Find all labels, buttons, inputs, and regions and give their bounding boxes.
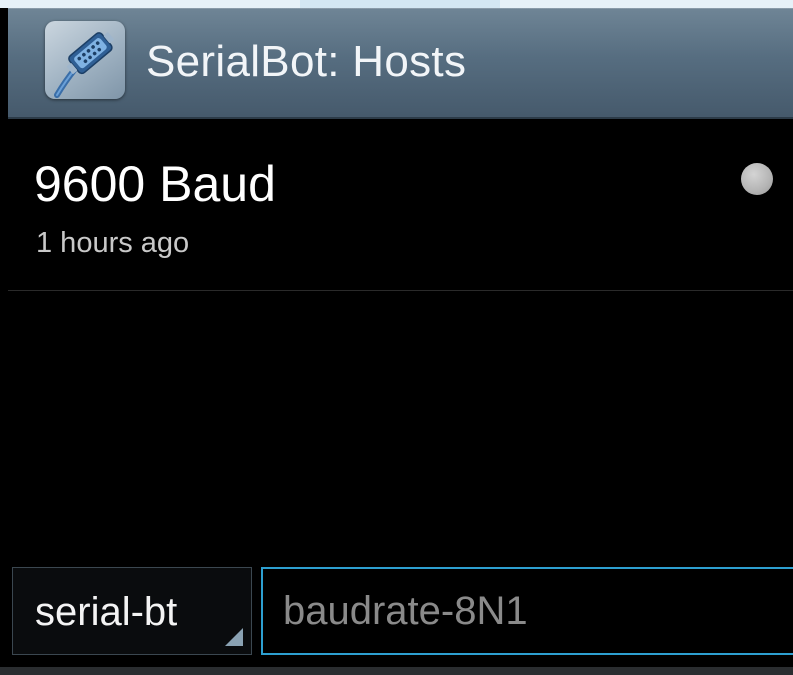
- list-divider: [8, 290, 793, 291]
- host-list-item[interactable]: 9600 Baud 1 hours ago: [8, 120, 793, 290]
- top-strip: [0, 0, 793, 8]
- protocol-dropdown-value: serial-bt: [35, 590, 178, 634]
- host-name: 9600 Baud: [34, 156, 276, 212]
- dropdown-corner-icon: [225, 628, 243, 646]
- connection-status-icon: [741, 163, 773, 195]
- action-bar: SerialBot: Hosts: [8, 8, 793, 119]
- screen: SerialBot: Hosts 9600 Baud 1 hours ago s…: [0, 0, 793, 675]
- top-strip-highlight: [300, 0, 500, 8]
- host-last-connected: 1 hours ago: [36, 227, 190, 259]
- quick-connect-input[interactable]: [261, 567, 793, 655]
- protocol-dropdown[interactable]: serial-bt: [12, 567, 252, 655]
- app-title: SerialBot: Hosts: [146, 37, 467, 86]
- bottom-edge: [0, 667, 793, 675]
- quick-connect-bar: serial-bt: [0, 556, 793, 675]
- serial-connector-icon[interactable]: [45, 21, 125, 99]
